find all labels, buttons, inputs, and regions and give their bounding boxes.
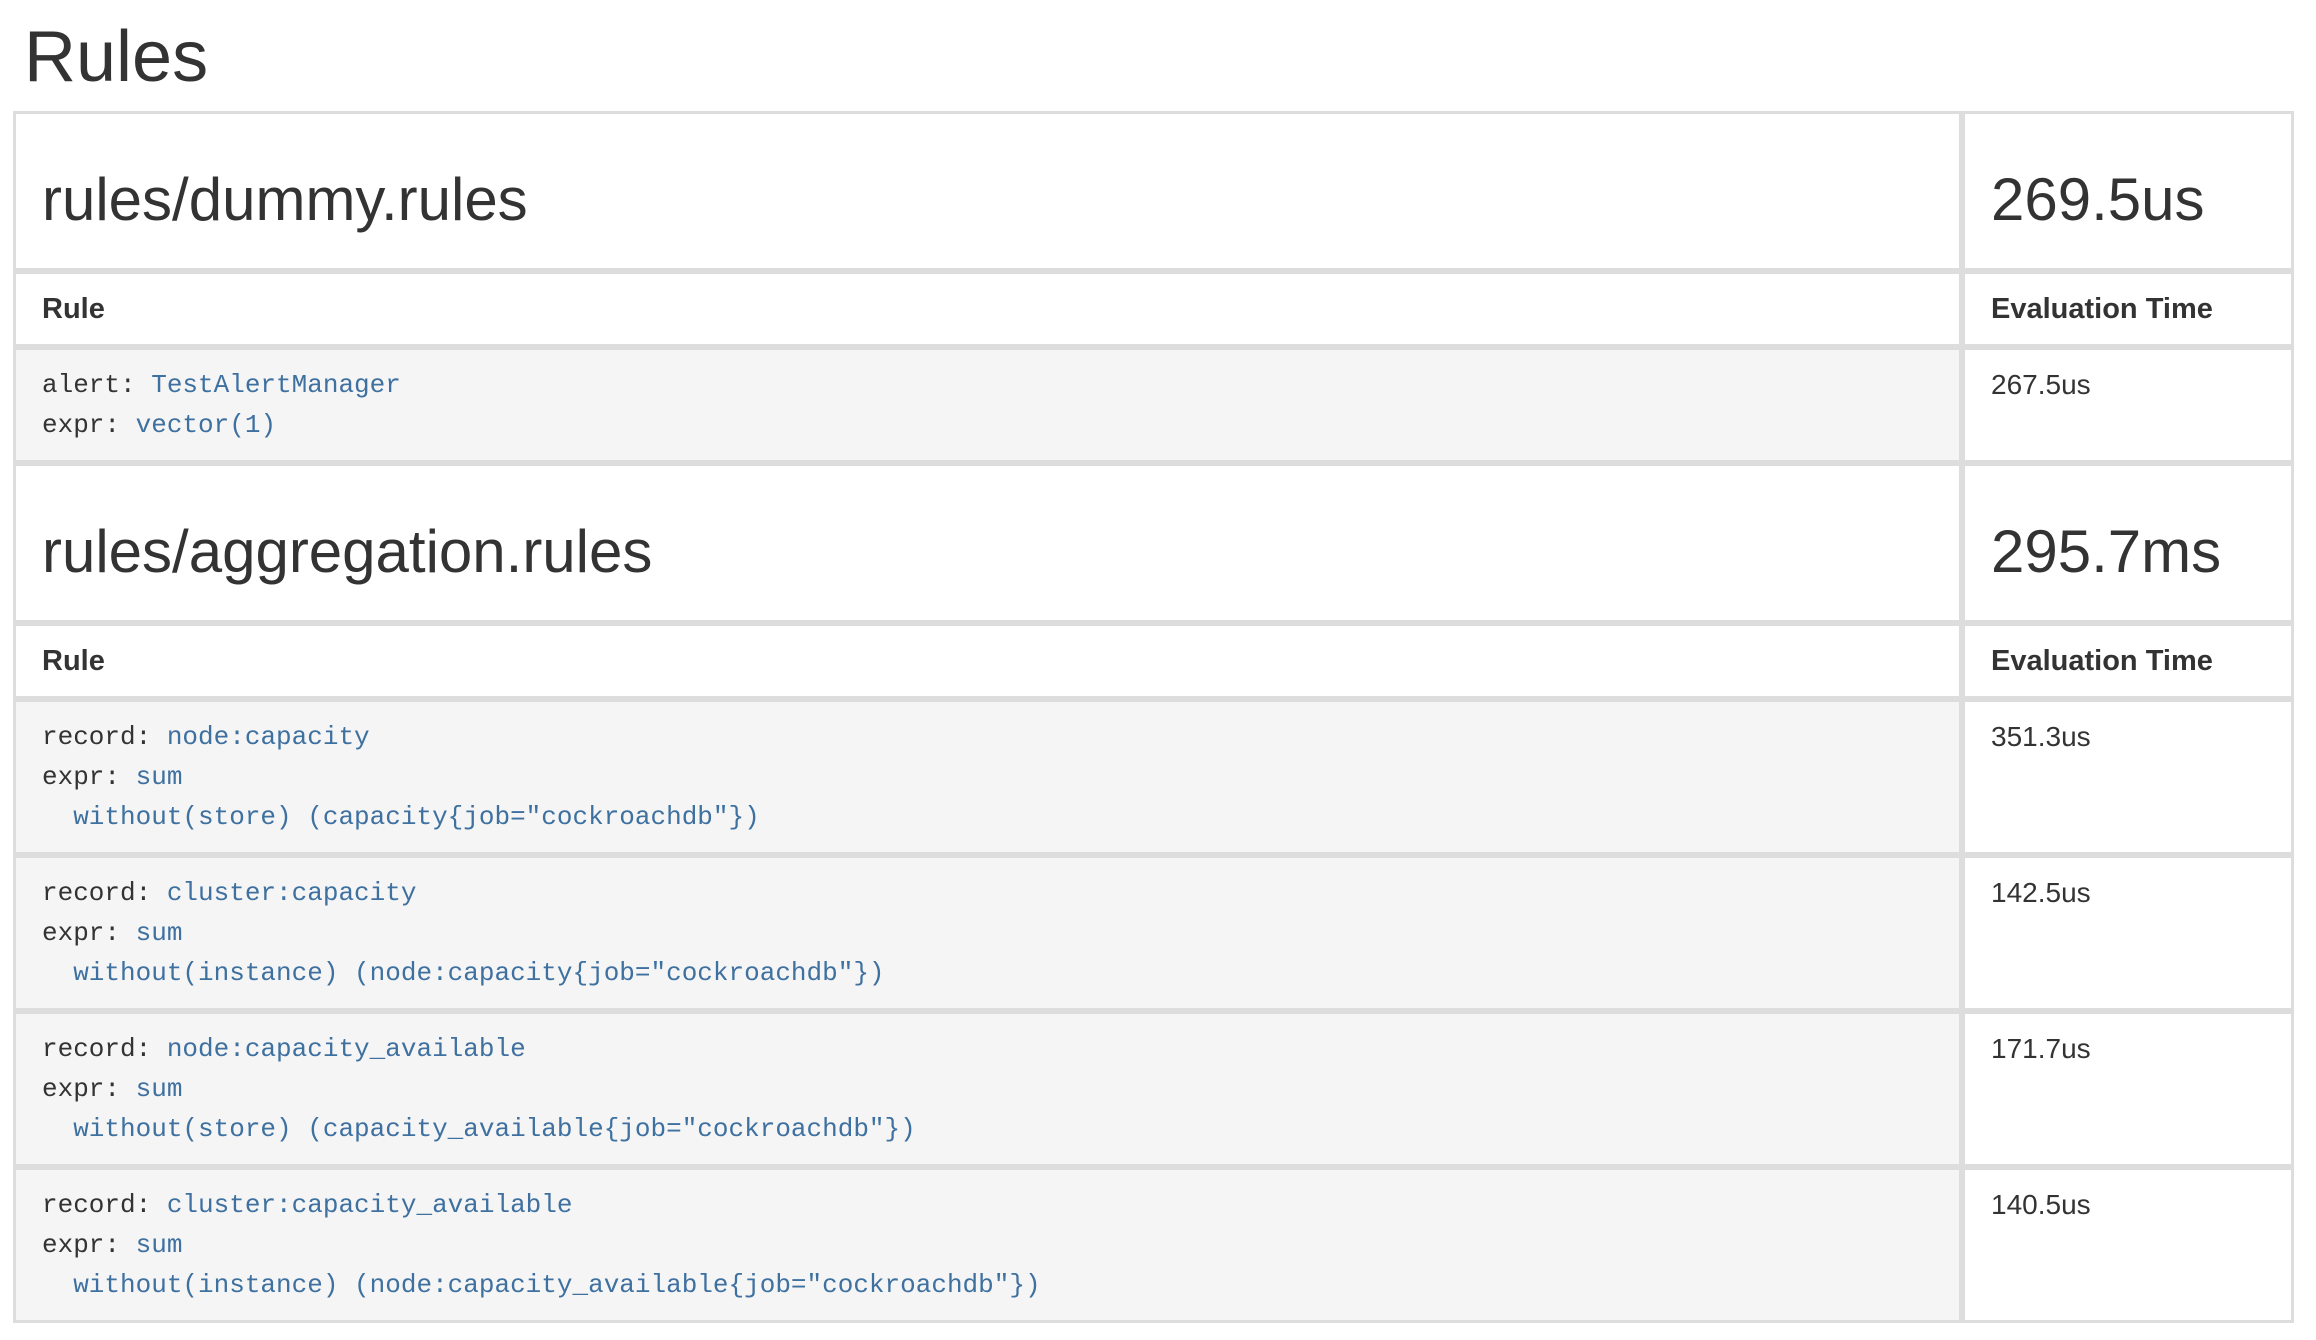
- rule-row: record: cluster:capacity expr: sum witho…: [13, 855, 2294, 1011]
- rule-cell: record: cluster:capacity expr: sum witho…: [13, 855, 1962, 1011]
- rule-text: expr:: [42, 1230, 136, 1260]
- eval-column-header: Evaluation Time: [1962, 623, 2294, 699]
- rule-link[interactable]: TestAlertManager: [151, 370, 401, 400]
- rule-link[interactable]: sum without(instance) (node:capacity_ava…: [42, 1230, 1041, 1300]
- rule-row: alert: TestAlertManager expr: vector(1)2…: [13, 347, 2294, 463]
- rule-column-header: Rule: [13, 623, 1962, 699]
- eval-time-cell: 142.5us: [1962, 855, 2294, 1011]
- group-eval-total: 295.7ms: [1991, 519, 2265, 585]
- rule-column-header: Rule: [13, 271, 1962, 347]
- eval-time-cell: 267.5us: [1962, 347, 2294, 463]
- rule-text: expr:: [42, 918, 136, 948]
- rule-text: record:: [42, 722, 167, 752]
- rule-link[interactable]: sum without(store) (capacity{job="cockro…: [42, 762, 760, 832]
- rule-cell: record: node:capacity expr: sum without(…: [13, 699, 1962, 855]
- eval-time-cell: 171.7us: [1962, 1011, 2294, 1167]
- column-header-row: RuleEvaluation Time: [13, 623, 2294, 699]
- rule-link[interactable]: sum without(store) (capacity_available{j…: [42, 1074, 916, 1144]
- rule-link[interactable]: cluster:capacity_available: [167, 1190, 573, 1220]
- group-file-name: rules/aggregation.rules: [42, 519, 1933, 585]
- group-file-cell: rules/dummy.rules: [13, 111, 1962, 271]
- group-eval-total: 269.5us: [1991, 167, 2265, 233]
- rule-row: record: node:capacity expr: sum without(…: [13, 699, 2294, 855]
- rule-link[interactable]: node:capacity_available: [167, 1034, 526, 1064]
- eval-time-cell: 351.3us: [1962, 699, 2294, 855]
- group-file-cell: rules/aggregation.rules: [13, 463, 1962, 623]
- page-title: Rules: [24, 18, 2316, 97]
- group-header-row: rules/aggregation.rules 295.7ms: [13, 463, 2294, 623]
- rule-row: record: cluster:capacity_available expr:…: [13, 1167, 2294, 1323]
- rule-text: record:: [42, 878, 167, 908]
- eval-column-header: Evaluation Time: [1962, 271, 2294, 347]
- eval-time-cell: 140.5us: [1962, 1167, 2294, 1323]
- group-eval-total-cell: 295.7ms: [1962, 463, 2294, 623]
- rule-cell: alert: TestAlertManager expr: vector(1): [13, 347, 1962, 463]
- rule-text: expr:: [42, 410, 136, 440]
- rule-link[interactable]: sum without(instance) (node:capacity{job…: [42, 918, 885, 988]
- group-eval-total-cell: 269.5us: [1962, 111, 2294, 271]
- group-header-row: rules/dummy.rules 269.5us: [13, 111, 2294, 271]
- rule-text: record:: [42, 1190, 167, 1220]
- rule-link[interactable]: cluster:capacity: [167, 878, 417, 908]
- rule-text: alert:: [42, 370, 151, 400]
- column-header-row: RuleEvaluation Time: [13, 271, 2294, 347]
- rule-link[interactable]: node:capacity: [167, 722, 370, 752]
- group-file-name: rules/dummy.rules: [42, 167, 1933, 233]
- rule-text: record:: [42, 1034, 167, 1064]
- rule-row: record: node:capacity_available expr: su…: [13, 1011, 2294, 1167]
- rule-text: expr:: [42, 1074, 136, 1104]
- rule-link[interactable]: vector(1): [136, 410, 276, 440]
- rules-table: rules/dummy.rules269.5usRuleEvaluation T…: [13, 111, 2294, 1323]
- rule-cell: record: cluster:capacity_available expr:…: [13, 1167, 1962, 1323]
- rule-cell: record: node:capacity_available expr: su…: [13, 1011, 1962, 1167]
- rules-table-body: rules/dummy.rules269.5usRuleEvaluation T…: [13, 111, 2294, 1323]
- rule-text: expr:: [42, 762, 136, 792]
